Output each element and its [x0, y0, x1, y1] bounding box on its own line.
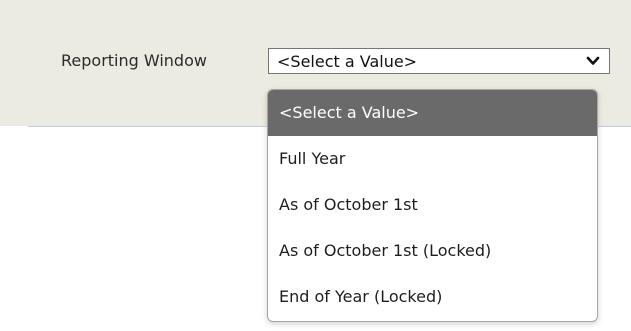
chevron-down-icon — [586, 56, 600, 65]
option-full-year[interactable]: Full Year — [268, 136, 597, 182]
reporting-window-label: Reporting Window — [61, 51, 207, 70]
option-as-of-october-1st[interactable]: As of October 1st — [268, 182, 597, 228]
select-current-value: <Select a Value> — [277, 52, 418, 71]
option-end-of-year-locked[interactable]: End of Year (Locked) — [268, 274, 597, 320]
reporting-window-options-list[interactable]: <Select a Value> Full Year As of October… — [267, 89, 598, 322]
option-as-of-october-1st-locked[interactable]: As of October 1st (Locked) — [268, 228, 597, 274]
reporting-window-select[interactable]: <Select a Value> — [268, 48, 610, 74]
option-select-a-value[interactable]: <Select a Value> — [268, 90, 597, 136]
